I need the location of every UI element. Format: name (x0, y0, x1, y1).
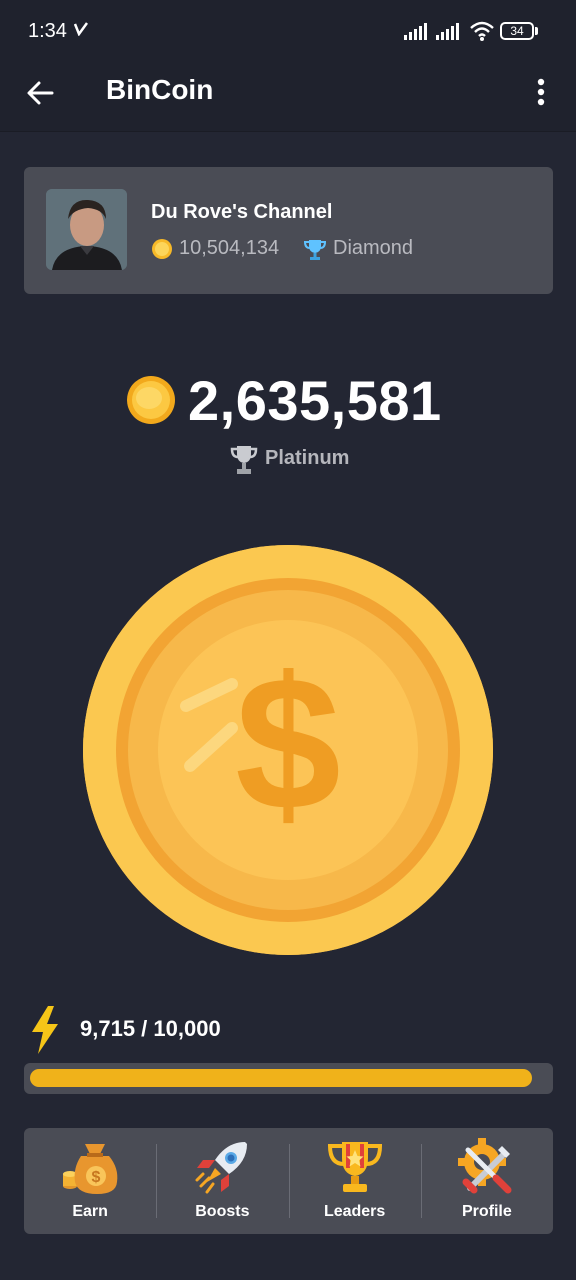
back-arrow-icon[interactable] (24, 76, 58, 110)
balance-value: 2,635,581 (188, 369, 442, 432)
gear-tools-icon (457, 1138, 512, 1194)
energy-progress-fill (30, 1069, 532, 1087)
nav-item-boosts[interactable]: Boosts (156, 1128, 288, 1234)
league-label: Platinum (265, 447, 350, 469)
channel-name: Du Rove's Channel (151, 201, 333, 223)
balance-row: 2,635,581 (0, 366, 576, 436)
svg-text:$: $ (92, 1169, 101, 1186)
avatar (46, 189, 127, 270)
battery-indicator: 34 (500, 22, 534, 40)
tap-coin-button[interactable]: $ (82, 544, 494, 956)
lightning-icon (32, 1006, 58, 1054)
status-time: 1:34 (28, 20, 67, 42)
check-icon (74, 22, 88, 36)
status-bar: 1:34 34 (0, 0, 576, 62)
battery-tip (535, 27, 538, 35)
trophy-icon (327, 1142, 382, 1192)
rocket-icon (195, 1142, 248, 1194)
platinum-trophy-icon (230, 446, 258, 474)
nav-item-leaders[interactable]: Leaders (288, 1128, 421, 1234)
signal-icon (436, 23, 459, 40)
energy-text: 9,715 / 10,000 (80, 1016, 221, 1041)
nav-label: Earn (72, 1203, 108, 1220)
energy-progress-bar (24, 1063, 553, 1094)
channel-league: Diamond (333, 237, 414, 259)
nav-label: Boosts (195, 1203, 250, 1220)
nav-label: Leaders (323, 1203, 386, 1220)
channel-coins: 10,504,134 (179, 237, 280, 259)
coin-icon (127, 376, 175, 424)
signal-icon (404, 23, 427, 40)
nav-label: Profile (461, 1203, 512, 1220)
coin-icon (152, 239, 172, 259)
app-bar: BinCoin (0, 62, 576, 132)
diamond-trophy-icon (303, 240, 327, 260)
money-bag-icon: $ (63, 1144, 118, 1194)
bottom-nav: $ Earn Boosts Leaders Profile (24, 1128, 553, 1234)
more-vertical-icon[interactable] (526, 76, 556, 110)
channel-card[interactable]: Du Rove's Channel 10,504,134 Diamond (24, 167, 553, 294)
nav-item-profile[interactable]: Profile (420, 1128, 553, 1234)
app-title: BinCoin (106, 74, 214, 105)
energy-row: 9,715 / 10,000 (0, 1004, 576, 1056)
league-row: Platinum (0, 444, 576, 476)
avatar-image (46, 189, 127, 270)
nav-item-earn[interactable]: $ Earn (24, 1128, 156, 1234)
wifi-icon (470, 21, 494, 41)
svg-text:$: $ (235, 638, 341, 850)
